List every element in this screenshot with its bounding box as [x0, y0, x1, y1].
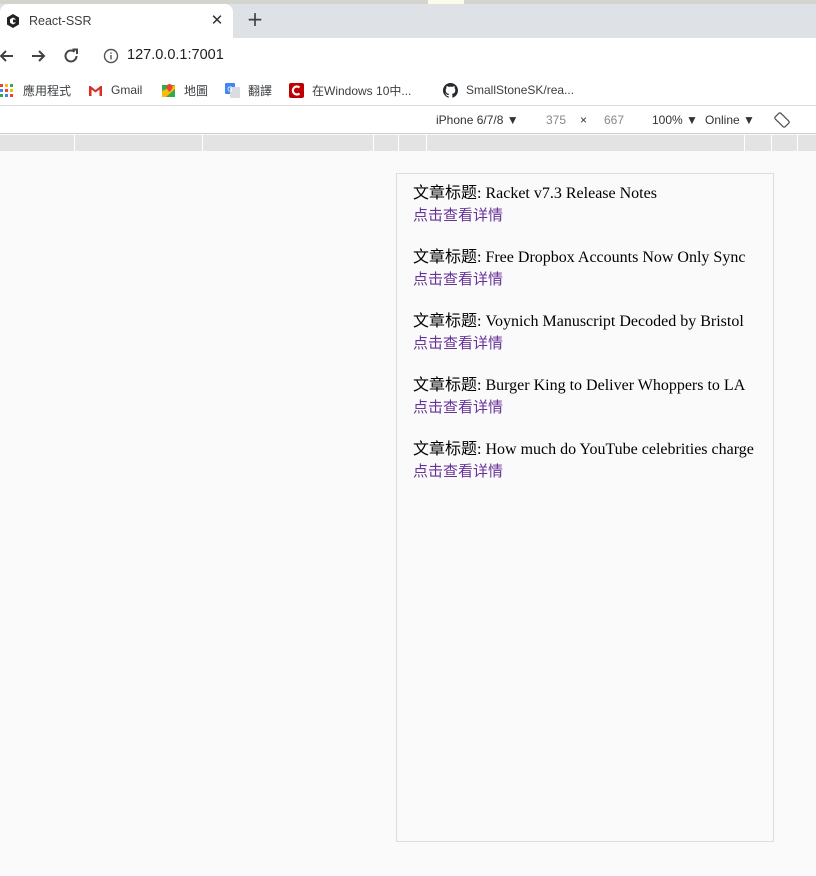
article-prefix: 文章标题: — [413, 313, 486, 330]
article-prefix: 文章标题: — [413, 185, 486, 202]
article-title: 文章标题: Voynich Manuscript Decoded by Bris… — [413, 312, 758, 332]
viewport-height-input[interactable]: 667 — [604, 113, 624, 127]
apps-grid-icon — [0, 83, 13, 97]
bookmark-label: SmallStoneSK/rea... — [466, 83, 575, 97]
github-icon — [443, 82, 458, 98]
article-title-text: Racket v7.3 Release Notes — [485, 185, 657, 202]
forward-arrow-icon[interactable] — [27, 45, 49, 67]
bookmark-label: 翻譯 — [248, 83, 273, 98]
article-detail-link[interactable]: 点击查看详情 — [413, 460, 758, 482]
article-detail-link[interactable]: 点击查看详情 — [413, 396, 758, 418]
bookmark-label: 應用程式 — [23, 83, 72, 98]
bookmark-label: 在Windows 10中... — [312, 83, 412, 98]
window-frame-highlight — [428, 0, 464, 4]
article-prefix: 文章标题: — [413, 377, 486, 394]
article-title-text: Voynich Manuscript Decoded by Bristol — [485, 313, 744, 330]
article-detail-link[interactable]: 点击查看详情 — [413, 204, 758, 226]
article-prefix: 文章标题: — [413, 249, 486, 266]
gmail-icon — [89, 85, 102, 96]
maps-icon — [162, 83, 175, 97]
article-detail-link[interactable]: 点击查看详情 — [413, 268, 758, 290]
bookmark-github[interactable]: SmallStoneSK/rea... — [443, 81, 574, 99]
device-viewport: 文章标题: Racket v7.3 Release Notes 点击查看详情 文… — [396, 173, 774, 842]
article-prefix: 文章标题: — [413, 441, 486, 458]
tab-strip: React-SSR ✕ + — [0, 0, 816, 38]
article-detail-link[interactable]: 点击查看详情 — [413, 332, 758, 354]
list-item: 文章标题: Free Dropbox Accounts Now Only Syn… — [413, 248, 758, 290]
device-toolbar: iPhone 6/7/8 ▼ 375 × 667 100% ▼ Online ▼ — [0, 106, 816, 134]
site-info-icon[interactable] — [103, 48, 119, 64]
bookmark-gmail[interactable]: Gmail — [88, 81, 142, 99]
list-item: 文章标题: Racket v7.3 Release Notes 点击查看详情 — [413, 184, 758, 226]
article-title-text: Burger King to Deliver Whoppers to LA — [485, 377, 746, 394]
react-ssr-favicon-icon — [7, 14, 19, 28]
article-title-text: How much do YouTube celebrities charge — [485, 441, 754, 458]
back-arrow-icon[interactable] — [0, 45, 18, 67]
bookmark-apps[interactable]: 應用程式 — [0, 81, 71, 99]
list-item: 文章标题: Burger King to Deliver Whoppers to… — [413, 376, 758, 418]
article-title: 文章标题: Racket v7.3 Release Notes — [413, 184, 758, 204]
article-title: 文章标题: How much do YouTube celebrities ch… — [413, 440, 758, 460]
bookmark-windows10[interactable]: 在Windows 10中... — [289, 81, 411, 99]
browser-tab[interactable]: React-SSR ✕ — [0, 4, 233, 38]
new-tab-button[interactable]: + — [244, 8, 266, 30]
bookmark-translate[interactable]: G 翻譯 — [225, 81, 272, 99]
dimension-separator: × — [580, 113, 588, 127]
translate-icon: G — [225, 82, 240, 98]
c-logo-icon — [289, 82, 304, 98]
zoom-select[interactable]: 100% ▼ — [652, 113, 698, 127]
article-title-text: Free Dropbox Accounts Now Only Sync — [485, 249, 746, 266]
article-title: 文章标题: Free Dropbox Accounts Now Only Syn… — [413, 248, 758, 268]
article-title: 文章标题: Burger King to Deliver Whoppers to… — [413, 376, 758, 396]
viewport-width-input[interactable]: 375 — [546, 113, 566, 127]
list-item: 文章标题: Voynich Manuscript Decoded by Bris… — [413, 312, 758, 354]
address-bar-url[interactable]: 127.0.0.1:7001 — [127, 47, 224, 63]
browser-toolbar: 127.0.0.1:7001 — [0, 38, 816, 74]
bookmark-label: Gmail — [111, 83, 143, 97]
rotate-icon[interactable] — [774, 112, 790, 128]
svg-text:G: G — [227, 85, 232, 93]
close-tab-icon[interactable]: ✕ — [208, 11, 226, 29]
tab-title: React-SSR — [29, 14, 92, 28]
list-item: 文章标题: How much do YouTube celebrities ch… — [413, 440, 758, 482]
media-query-ruler[interactable] — [0, 135, 816, 151]
reload-icon[interactable] — [60, 45, 82, 67]
bookmark-label: 地圖 — [184, 83, 209, 98]
network-throttle-select[interactable]: Online ▼ — [705, 113, 755, 127]
bookmarks-bar: 應用程式 Gmail 地圖 G 翻譯 在Windows 10中... Small… — [0, 74, 816, 106]
device-select[interactable]: iPhone 6/7/8 ▼ — [436, 113, 519, 127]
bookmark-maps[interactable]: 地圖 — [161, 81, 208, 99]
